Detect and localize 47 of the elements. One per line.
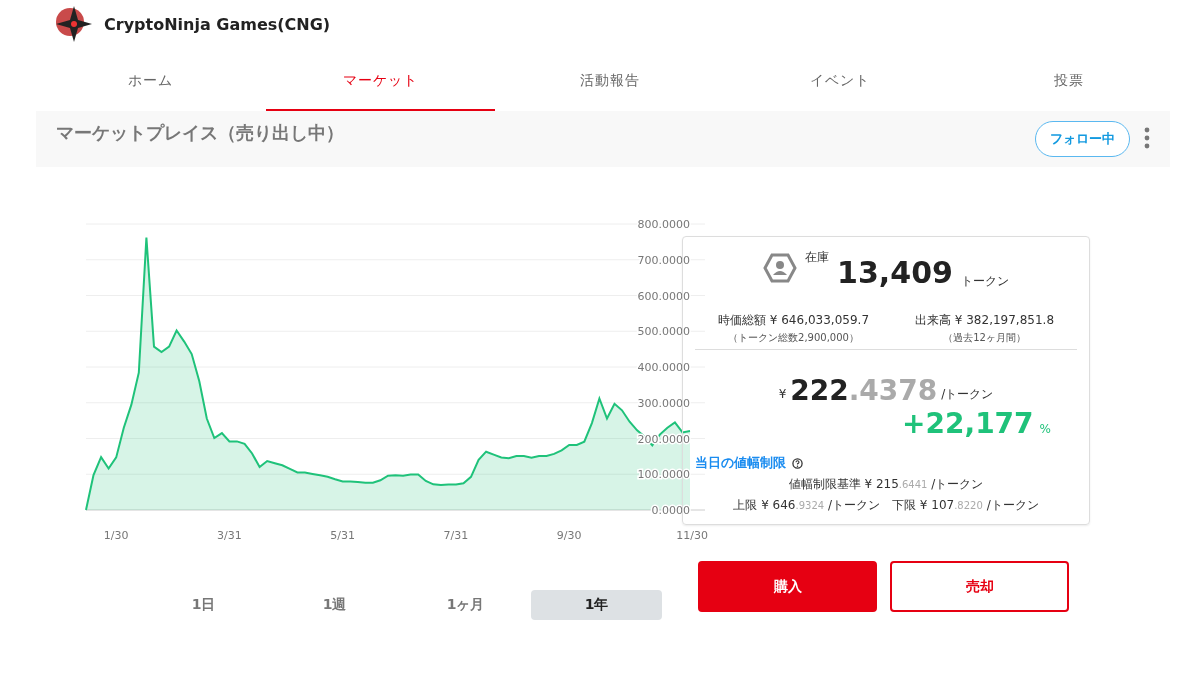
y-tick-label: 100.0000 [637,468,690,482]
help-icon[interactable] [792,457,803,469]
price-limit-link[interactable]: 当日の値幅制限 [695,454,786,472]
stock-label: 在庫 [805,249,830,266]
price-decimal: .4378 [848,374,938,407]
x-tick-label: 9/30 [556,529,582,542]
range-tab[interactable]: 1ヶ月 [400,590,531,620]
stock-value: 13,409 [837,255,953,290]
y-tick-label: 500.0000 [637,325,690,339]
more-icon[interactable] [1144,127,1150,149]
range-tab[interactable]: 1年 [531,590,662,620]
stock-unit: トークン [960,273,1009,290]
user-hexagon-icon [763,253,798,283]
percent-sign: % [1039,422,1051,436]
x-tick-label: 11/30 [676,529,708,542]
nav-tab[interactable]: 活動報告 [495,56,725,111]
y-tick-label: 600.0000 [637,289,690,303]
y-tick-label: 700.0000 [637,253,690,267]
price-change: +22,177 [902,407,1034,440]
y-tick-label: 400.0000 [637,361,690,374]
nav-tab[interactable]: 投票 [954,56,1184,111]
price-limit-text: 下限 ¥ 107.8220 /トークン [892,497,1039,514]
y-tick-label: 300.0000 [637,396,690,410]
x-tick-label: 7/31 [443,529,469,542]
x-tick-label: 1/30 [103,529,129,542]
section-title: マーケットプレイス（売り出し中） [56,121,345,145]
brand-name: CryptoNinja Games(CNG) [104,14,331,34]
range-tab[interactable]: 1週 [269,590,400,620]
price-limit-text: 値幅制限基準 ¥ 215.6441 /トークン [788,476,984,493]
follow-button[interactable]: フォロー中 [1035,121,1130,157]
x-tick-label: 3/31 [217,529,242,542]
price-unit: /トークン [941,386,994,403]
stat-note: （トークン総数2,900,000） [728,331,859,345]
buy-button[interactable]: 購入 [698,561,877,612]
price-limit-text: 上限 ¥ 646.9324 /トークン [733,497,880,514]
stat-label: 出来高 ¥ 382,197,851.8 [914,312,1055,329]
x-tick-label: 5/31 [330,529,356,542]
stat-note: （過去12ヶ月間） [943,331,1026,345]
currency-sign: ¥ [778,387,787,401]
y-tick-label: 0.0000 [651,504,690,517]
range-tab[interactable]: 1日 [138,590,269,620]
y-tick-label: 800.0000 [637,218,690,231]
nav-tab[interactable]: ホーム [36,56,266,111]
price-integer: 222 [790,374,849,407]
nav-tab[interactable]: イベント [724,56,955,111]
sell-button[interactable]: 売却 [890,561,1069,612]
stat-label: 時価総額 ¥ 646,033,059.7 [717,312,870,329]
